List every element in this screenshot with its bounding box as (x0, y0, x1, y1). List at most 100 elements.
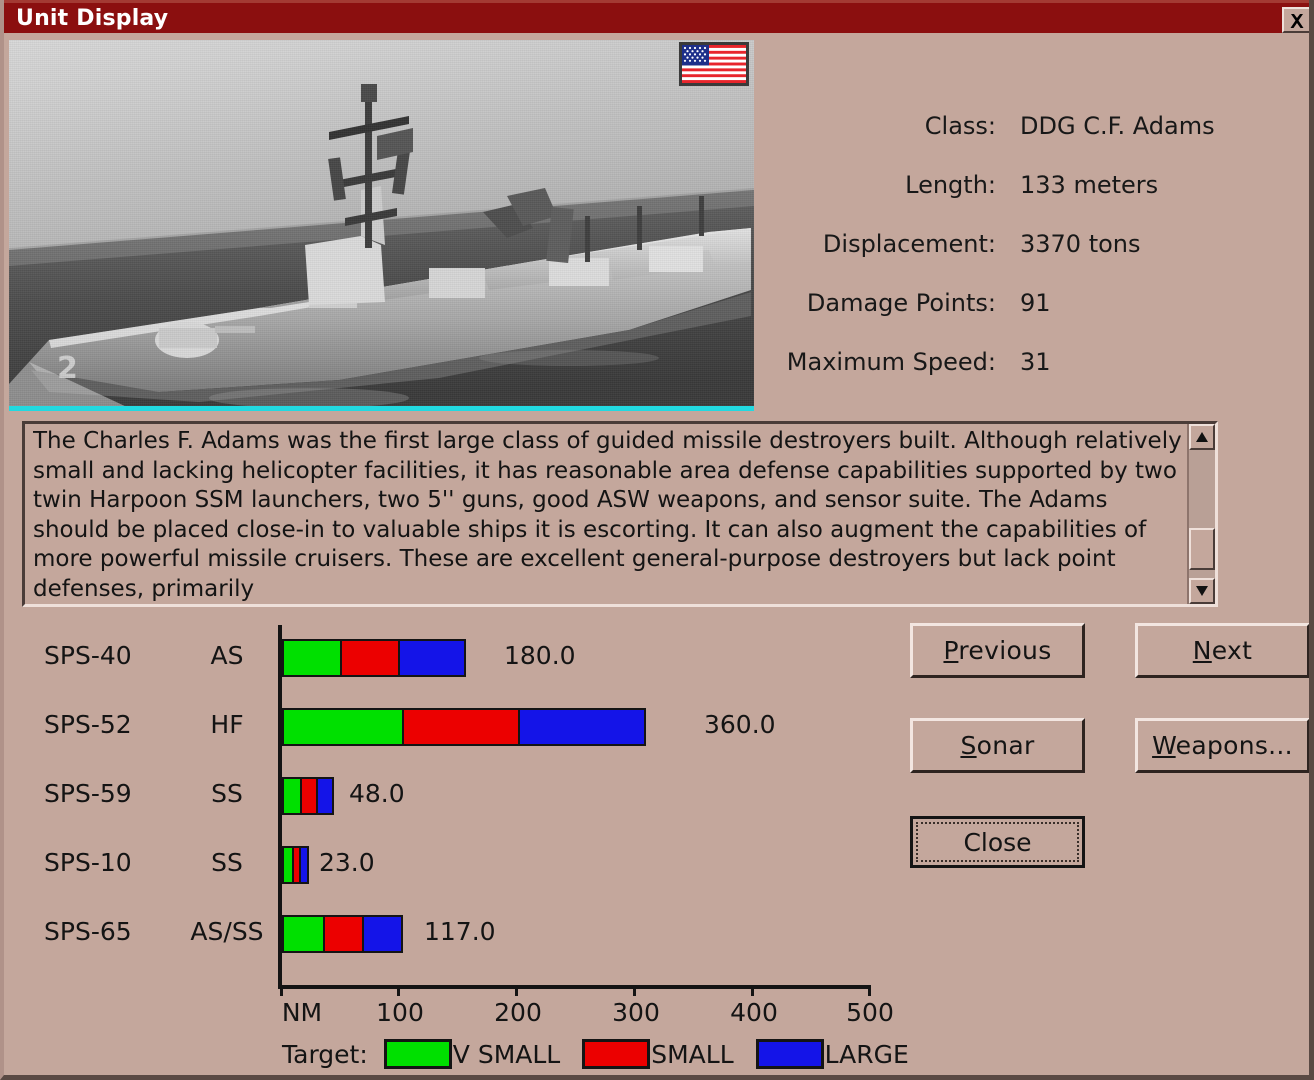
weapons-button-mnemonic: W (1152, 731, 1176, 760)
tick-500 (868, 985, 871, 996)
description-panel: The Charles F. Adams was the first large… (22, 421, 1218, 607)
ship-photo-graphic: 2 (9, 40, 754, 408)
tick-100 (397, 985, 400, 996)
sensor-name: SPS-40 (44, 641, 194, 670)
tick-label-300: 300 (612, 998, 660, 1027)
stacked-bar (282, 777, 334, 815)
segment-v-small (284, 917, 323, 951)
close-button[interactable]: Close (910, 816, 1085, 868)
scroll-up-button[interactable] (1189, 424, 1215, 450)
spec-label: Maximum Speed: (774, 348, 996, 376)
close-x-icon (1288, 12, 1306, 30)
sensor-type: AS/SS (179, 917, 275, 946)
us-flag-graphic (682, 45, 746, 83)
sensor-name: SPS-65 (44, 917, 194, 946)
weapons-button-label: eapons... (1176, 731, 1293, 760)
spec-row-class: Class: DDG C.F. Adams (774, 112, 1244, 171)
legend-title: Target: (282, 1040, 368, 1069)
segment-large (316, 779, 332, 813)
sensor-type: HF (179, 710, 275, 739)
scrollbar-track[interactable] (1189, 450, 1215, 578)
segment-v-small (284, 710, 402, 744)
sensor-name: SPS-10 (44, 848, 194, 877)
legend-swatch-v-small (384, 1039, 452, 1069)
unit-display-window: Unit Display (0, 0, 1314, 1080)
sonar-button-mnemonic: S (960, 731, 976, 760)
next-button[interactable]: Next (1135, 623, 1310, 678)
spec-label: Displacement: (774, 230, 996, 258)
close-x-icon-button[interactable] (1282, 7, 1312, 33)
spec-label: Damage Points: (774, 289, 996, 317)
segment-large (518, 710, 644, 744)
triangle-down-icon (1196, 586, 1208, 596)
titlebar: Unit Display (4, 0, 1314, 33)
segment-small (292, 848, 299, 882)
legend-swatch-large (756, 1039, 824, 1069)
segment-v-small (284, 779, 300, 813)
legend-item-small: SMALL (582, 1039, 733, 1069)
stacked-bar (282, 639, 466, 677)
sonar-button[interactable]: Sonar (910, 718, 1085, 773)
bar-value-label: 48.0 (349, 779, 405, 808)
tick-0 (280, 985, 283, 996)
spec-value: 31 (1020, 348, 1051, 376)
tick-label-200: 200 (494, 998, 542, 1027)
legend-label: V SMALL (453, 1040, 560, 1069)
stacked-bar (282, 846, 309, 884)
sensor-type: SS (179, 848, 275, 877)
chart-x-axis (278, 985, 870, 989)
segment-large (398, 641, 464, 675)
chart-row-sps-65: SPS-65 AS/SS 117.0 (4, 913, 894, 953)
chart-row-sps-59: SPS-59 SS 48.0 (4, 775, 894, 815)
spec-value: DDG C.F. Adams (1020, 112, 1215, 140)
window-title: Unit Display (16, 6, 168, 31)
chart-row-sps-40: SPS-40 AS 180.0 (4, 637, 894, 677)
spec-row-displacement: Displacement: 3370 tons (774, 230, 1244, 289)
tick-200 (515, 985, 518, 996)
ship-photo: 2 (9, 40, 754, 408)
segment-small (300, 779, 316, 813)
chart-row-sps-10: SPS-10 SS 23.0 (4, 844, 894, 884)
close-button-label: Close (916, 822, 1079, 862)
chart-row-sps-52: SPS-52 HF 360.0 (4, 706, 894, 746)
stacked-bar (282, 915, 403, 953)
weapons-button[interactable]: Weapons... (1135, 718, 1310, 773)
photo-divider (9, 406, 754, 411)
spec-row-length: Length: 133 meters (774, 171, 1244, 230)
previous-button[interactable]: Previous (910, 623, 1085, 678)
tick-label-nm: NM (282, 998, 322, 1027)
spec-row-damage-points: Damage Points: 91 (774, 289, 1244, 348)
next-button-mnemonic: N (1193, 636, 1212, 665)
legend-label: SMALL (651, 1040, 733, 1069)
previous-button-label: revious (958, 636, 1051, 665)
triangle-up-icon (1196, 432, 1208, 442)
scrollbar-thumb[interactable] (1189, 528, 1215, 570)
previous-button-mnemonic: P (943, 636, 958, 665)
segment-small (340, 641, 398, 675)
segment-v-small (284, 848, 292, 882)
spec-list: Class: DDG C.F. Adams Length: 133 meters… (774, 112, 1244, 407)
tick-label-500: 500 (846, 998, 894, 1027)
legend-item-large: LARGE (756, 1039, 909, 1069)
tick-label-400: 400 (730, 998, 778, 1027)
next-button-label: ext (1212, 636, 1252, 665)
bar-value-label: 180.0 (504, 641, 576, 670)
chart-legend: Target: V SMALL SMALL LARGE (282, 1035, 931, 1073)
legend-swatch-small (582, 1039, 650, 1069)
spec-row-maximum-speed: Maximum Speed: 31 (774, 348, 1244, 407)
description-scrollbar[interactable] (1187, 424, 1215, 604)
scroll-down-button[interactable] (1189, 578, 1215, 604)
sensor-name: SPS-59 (44, 779, 194, 808)
sensor-type: AS (179, 641, 275, 670)
tick-300 (633, 985, 636, 996)
legend-label: LARGE (825, 1040, 909, 1069)
sensor-type: SS (179, 779, 275, 808)
spec-label: Length: (774, 171, 996, 199)
segment-large (299, 848, 307, 882)
segment-large (362, 917, 401, 951)
sensor-range-chart: SPS-40 AS 180.0 SPS-52 HF 360.0 SPS-59 S… (4, 615, 894, 1080)
segment-v-small (284, 641, 340, 675)
segment-small (402, 710, 518, 744)
spec-value: 133 meters (1020, 171, 1158, 199)
tick-400 (751, 985, 754, 996)
